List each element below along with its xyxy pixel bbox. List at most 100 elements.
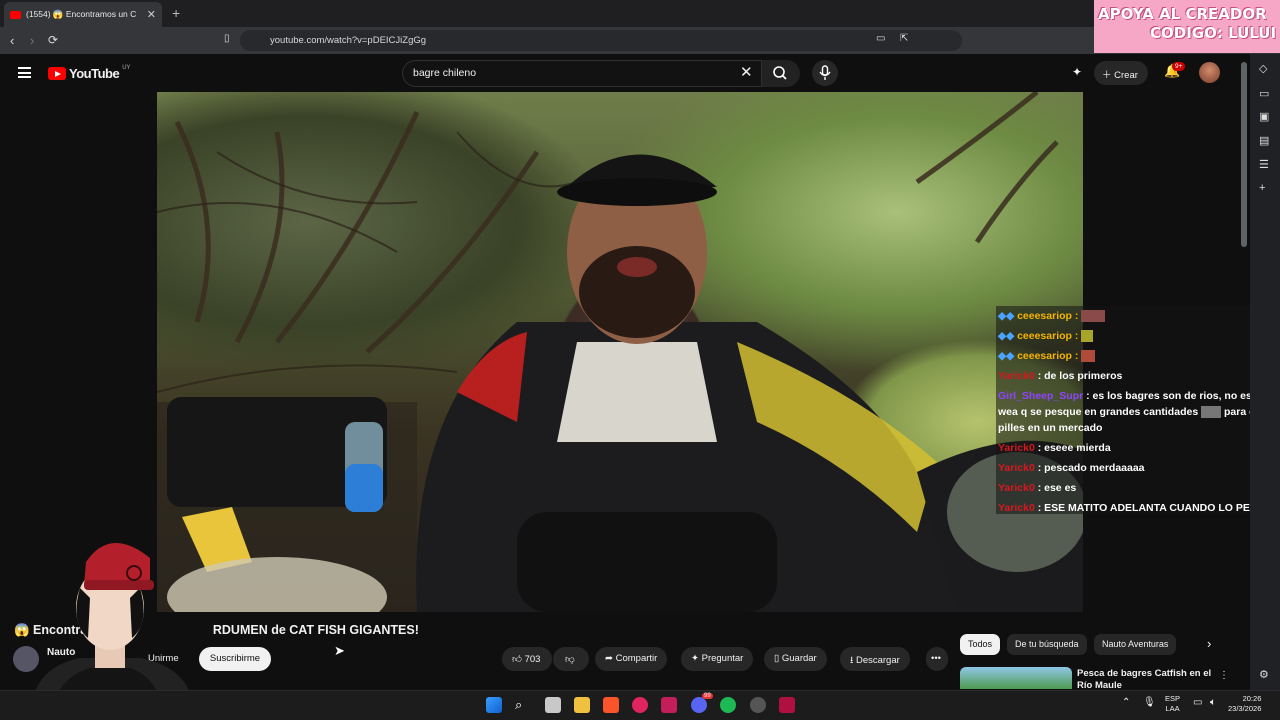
recommendation-menu-icon[interactable]: ⋮ — [1219, 670, 1229, 681]
chat-message: Yarick0 : de los primeros — [996, 366, 1280, 386]
discord-icon[interactable] — [691, 697, 707, 713]
chat-emote-icon — [1081, 330, 1094, 343]
media-player-icon[interactable] — [632, 697, 648, 713]
promo-line-1: APOYA AL CREADOR — [1098, 5, 1267, 23]
chat-text: : eseee mierda — [1037, 442, 1111, 454]
share-page-icon[interactable]: ⇱ — [900, 33, 908, 44]
video-player[interactable] — [157, 92, 1083, 612]
system-clock[interactable]: 20:26 23/3/2026 — [1228, 694, 1261, 714]
recommendation-thumbnail[interactable] — [960, 667, 1072, 689]
chat-badge-icon: ◆◆ — [998, 310, 1015, 322]
create-button[interactable]: ＋ Crear — [1094, 61, 1148, 85]
chip-from-search[interactable]: De tu búsqueda — [1007, 634, 1087, 655]
share-icon: ➦ — [605, 653, 616, 664]
spotify-icon[interactable] — [720, 697, 736, 713]
language-indicator[interactable]: ESP LAA — [1165, 694, 1180, 714]
notification-badge: 9+ — [1172, 62, 1186, 71]
cast-icon[interactable]: ▭ — [876, 33, 885, 44]
like-button[interactable]: 👍︎ 703 — [502, 647, 552, 671]
new-tab-button[interactable]: + — [172, 5, 180, 21]
wallet-icon[interactable]: ▣ — [1259, 110, 1271, 123]
chat-text: : pescado merdaaaaa — [1037, 462, 1145, 474]
windows-start-icon[interactable] — [486, 697, 502, 713]
subscribe-button[interactable]: Suscribirme — [199, 647, 271, 671]
chat-username: ceeesariop : — [1017, 330, 1079, 342]
app-a-icon[interactable] — [661, 697, 677, 713]
video-title-end: RDUMEN de CAT FISH GIGANTES! — [212, 623, 419, 637]
tray-chevron-icon[interactable]: ⌃ — [1122, 697, 1130, 708]
language-line-2: LAA — [1165, 704, 1180, 713]
more-horizontal-icon: ••• — [931, 653, 941, 664]
leo-ai-icon[interactable]: ◇ — [1259, 62, 1271, 75]
chat-message: Yarick0 : pescado merdaaaaa — [996, 458, 1280, 478]
chat-badge-icon: ◆◆ — [998, 330, 1015, 342]
create-label: Crear — [1114, 70, 1138, 81]
extension-puzzle-icon[interactable]: ✦ — [1072, 65, 1082, 79]
reading-list-icon[interactable]: ▭ — [1259, 87, 1271, 100]
add-panel-icon[interactable]: + — [1259, 182, 1271, 194]
brave-browser-icon[interactable] — [603, 697, 619, 713]
more-actions-button[interactable]: ••• — [926, 647, 948, 671]
chat-username: Yarick0 — [998, 370, 1035, 382]
chat-username: Yarick0 — [998, 462, 1035, 474]
user-avatar[interactable] — [1199, 62, 1220, 83]
chips-next-chevron-icon[interactable]: › — [1207, 636, 1211, 651]
reload-icon[interactable]: ⟳ — [48, 33, 58, 47]
browser-tab[interactable]: (1554) 😱 Encontramos un C ✕ — [4, 2, 162, 27]
save-button[interactable]: ▯ Guardar — [764, 647, 827, 671]
search-value: bagre chileno — [413, 67, 477, 79]
chat-emote-icon — [1081, 310, 1106, 323]
youtube-logo[interactable]: YouTube UY — [48, 65, 131, 81]
bookmarks-panel-icon[interactable]: ▤ — [1259, 134, 1271, 147]
search-input[interactable]: bagre chileno — [402, 60, 762, 87]
download-label: Descargar — [855, 655, 900, 666]
dislike-button[interactable]: 👎︎ — [553, 647, 589, 671]
plus-icon: ＋ — [1102, 70, 1115, 81]
close-tab-icon[interactable]: ✕ — [147, 8, 156, 21]
app-v-icon[interactable] — [779, 697, 795, 713]
chat-emote-icon — [1081, 350, 1096, 363]
youtube-play-icon — [48, 67, 66, 80]
search-icon — [773, 66, 787, 80]
taskbar-search-icon[interactable]: ⌕ — [515, 697, 531, 713]
url-field[interactable]: youtube.com/watch?v=pDEICJiZgGg — [240, 30, 962, 51]
chat-message: Yarick0 : ESE MATITO ADELANTA CUANDO LO … — [996, 498, 1280, 518]
chat-message: Girl_Sheep_Supr : es los bagres son de r… — [996, 386, 1280, 438]
voice-search-button[interactable] — [812, 60, 838, 86]
chat-username: Girl_Sheep_Supr — [998, 390, 1084, 402]
file-explorer-icon[interactable] — [574, 697, 590, 713]
save-label: Guardar — [781, 653, 817, 664]
download-button[interactable]: ⭳ Descargar — [840, 647, 910, 671]
recommendation-title[interactable]: Pesca de bagres Catfish en el Río Maule — [1077, 668, 1212, 692]
search-button[interactable] — [762, 60, 800, 87]
side-panel-settings-icon[interactable]: ⚙ — [1259, 668, 1271, 681]
obs-icon[interactable] — [750, 697, 766, 713]
discord-badge: 99 — [702, 693, 713, 699]
chat-username: ceeesariop : — [1017, 350, 1079, 362]
microphone-tray-icon[interactable]: 🎙︎ — [1143, 697, 1156, 708]
like-count: 703 — [524, 654, 541, 665]
chat-text: : ese es — [1037, 482, 1077, 494]
page-scrollbar[interactable] — [1241, 62, 1247, 247]
chat-emote-icon — [1201, 406, 1222, 419]
back-icon[interactable]: ‹ — [10, 33, 14, 48]
menu-icon[interactable] — [18, 67, 31, 78]
ask-button[interactable]: ✦ Preguntar — [681, 647, 754, 671]
chat-message: Yarick0 : ese es — [996, 478, 1280, 498]
forward-icon[interactable]: › — [30, 33, 34, 48]
task-view-icon[interactable] — [545, 697, 561, 713]
network-icon[interactable]: ▭ — [1193, 697, 1202, 708]
chip-channel[interactable]: Nauto Aventuras — [1094, 634, 1177, 655]
chip-all[interactable]: Todos — [960, 634, 1001, 655]
share-button[interactable]: ➦ Compartir — [595, 647, 668, 671]
browser-tab-bar: (1554) 😱 Encontramos un C ✕ + — [0, 0, 1280, 27]
chat-message: ◆◆ ceeesariop : — [996, 326, 1280, 346]
clock-date: 23/3/2026 — [1228, 704, 1262, 713]
mouse-cursor-icon: ➤ — [334, 643, 345, 658]
url-text: youtube.com/watch?v=pDEICJiZgGg — [270, 35, 427, 46]
bookmark-icon[interactable]: ▯ — [224, 33, 230, 44]
volume-icon[interactable]: 🔈︎ — [1210, 697, 1216, 708]
clear-search-icon[interactable]: ✕ — [740, 63, 753, 81]
reader-icon[interactable]: ☰ — [1259, 158, 1271, 171]
share-label: Compartir — [615, 653, 658, 664]
